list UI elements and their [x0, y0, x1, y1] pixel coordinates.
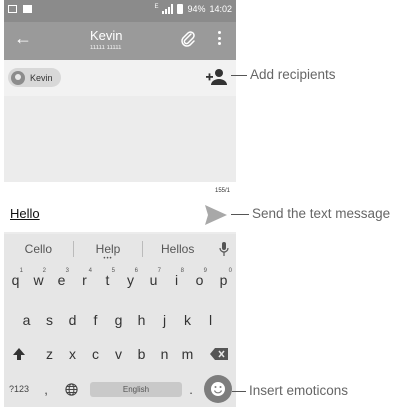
emoticon-button[interactable] — [204, 375, 232, 403]
conversation-area — [4, 96, 236, 182]
phone-screen: E 94% 14:02 ← Kevin 11111 11111 Kevin 15… — [4, 0, 236, 407]
notification-icon — [8, 5, 17, 13]
recipient-chip-label: Kevin — [30, 72, 53, 83]
key-e[interactable]: e3 — [50, 266, 73, 294]
key-i[interactable]: i8 — [165, 266, 188, 294]
contact-number: 11111 11111 — [90, 45, 122, 51]
key-y[interactable]: y6 — [119, 266, 142, 294]
microphone-icon[interactable] — [212, 242, 236, 256]
key-c[interactable]: c — [84, 340, 107, 368]
language-key[interactable] — [60, 373, 82, 405]
key-s[interactable]: s — [38, 306, 61, 334]
image-notification-icon — [23, 5, 32, 13]
shift-key[interactable] — [4, 340, 34, 368]
shift-arrow-icon — [13, 348, 25, 360]
key-w[interactable]: w2 — [27, 266, 50, 294]
callout-send: Send the text message — [252, 206, 391, 221]
key-h[interactable]: h — [130, 306, 153, 334]
battery-percent: 94% — [187, 4, 206, 14]
key-z[interactable]: z — [38, 340, 61, 368]
period-key[interactable]: . — [184, 373, 198, 405]
contact-name: Kevin — [90, 28, 123, 43]
callout-line-emoticons — [232, 391, 246, 392]
backspace-icon — [210, 348, 228, 360]
backspace-key[interactable] — [204, 340, 234, 368]
compose-bar: 155/1 Hello — [4, 182, 236, 232]
signal-icon — [162, 4, 174, 14]
key-d[interactable]: d — [61, 306, 84, 334]
smiley-icon — [211, 382, 225, 396]
key-p[interactable]: p0 — [211, 266, 236, 294]
send-icon[interactable] — [204, 204, 228, 226]
message-input[interactable]: Hello — [10, 206, 40, 221]
key-u[interactable]: u7 — [142, 266, 165, 294]
callout-add-recipients: Add recipients — [250, 67, 336, 82]
attachment-icon[interactable] — [180, 30, 196, 48]
key-g[interactable]: g — [107, 306, 130, 334]
status-bar: E 94% 14:02 — [4, 0, 236, 22]
key-k[interactable]: k — [176, 306, 199, 334]
key-o[interactable]: o9 — [188, 266, 211, 294]
clock: 14:02 — [209, 4, 232, 14]
callout-line-add-recipients — [231, 75, 247, 76]
key-l[interactable]: l — [199, 306, 222, 334]
more-suggestions-dots: ••• — [103, 256, 113, 262]
suggestion-strip: Cello Help ••• Hellos — [4, 234, 236, 264]
key-j[interactable]: j — [153, 306, 176, 334]
character-counter: 155/1 — [214, 188, 230, 194]
app-bar: ← Kevin 11111 11111 — [4, 22, 236, 60]
recipients-bar: Kevin — [4, 60, 236, 96]
key-q[interactable]: q1 — [4, 266, 27, 294]
key-b[interactable]: b — [130, 340, 153, 368]
key-row-2: a s d f g h j k l — [4, 306, 236, 334]
key-row-1: q1 w2 e3 r4 t5 y6 u7 i8 o9 p0 — [4, 266, 236, 294]
add-recipient-icon[interactable] — [206, 67, 228, 87]
space-bar[interactable]: English — [90, 382, 182, 397]
network-type: E — [154, 4, 159, 10]
key-t[interactable]: t5 — [96, 266, 119, 294]
key-row-bottom: ?123 , English . — [4, 373, 236, 405]
globe-icon — [64, 382, 78, 396]
key-row-3: z x c v b n m — [4, 340, 236, 368]
key-x[interactable]: x — [61, 340, 84, 368]
comma-key[interactable]: , — [38, 373, 54, 405]
overflow-menu-icon[interactable] — [215, 29, 223, 47]
avatar-icon — [11, 70, 25, 85]
keyboard: Cello Help ••• Hellos q1 w2 e3 r4 t5 y6 u… — [4, 234, 236, 407]
key-v[interactable]: v — [107, 340, 130, 368]
suggestion-2[interactable]: Help ••• — [74, 242, 143, 262]
key-n[interactable]: n — [153, 340, 176, 368]
callout-line-send — [231, 214, 249, 215]
battery-icon — [177, 4, 184, 14]
notification-icons — [8, 5, 32, 13]
callout-emoticons: Insert emoticons — [249, 383, 349, 398]
key-a[interactable]: a — [15, 306, 38, 334]
symbols-key[interactable]: ?123 — [6, 373, 32, 405]
suggestion-1[interactable]: Cello — [4, 242, 73, 256]
key-f[interactable]: f — [84, 306, 107, 334]
back-arrow-icon[interactable]: ← — [14, 28, 32, 49]
key-r[interactable]: r4 — [73, 266, 96, 294]
recipient-chip[interactable]: Kevin — [8, 68, 61, 87]
key-m[interactable]: m — [176, 340, 199, 368]
suggestion-3[interactable]: Hellos — [143, 242, 212, 256]
